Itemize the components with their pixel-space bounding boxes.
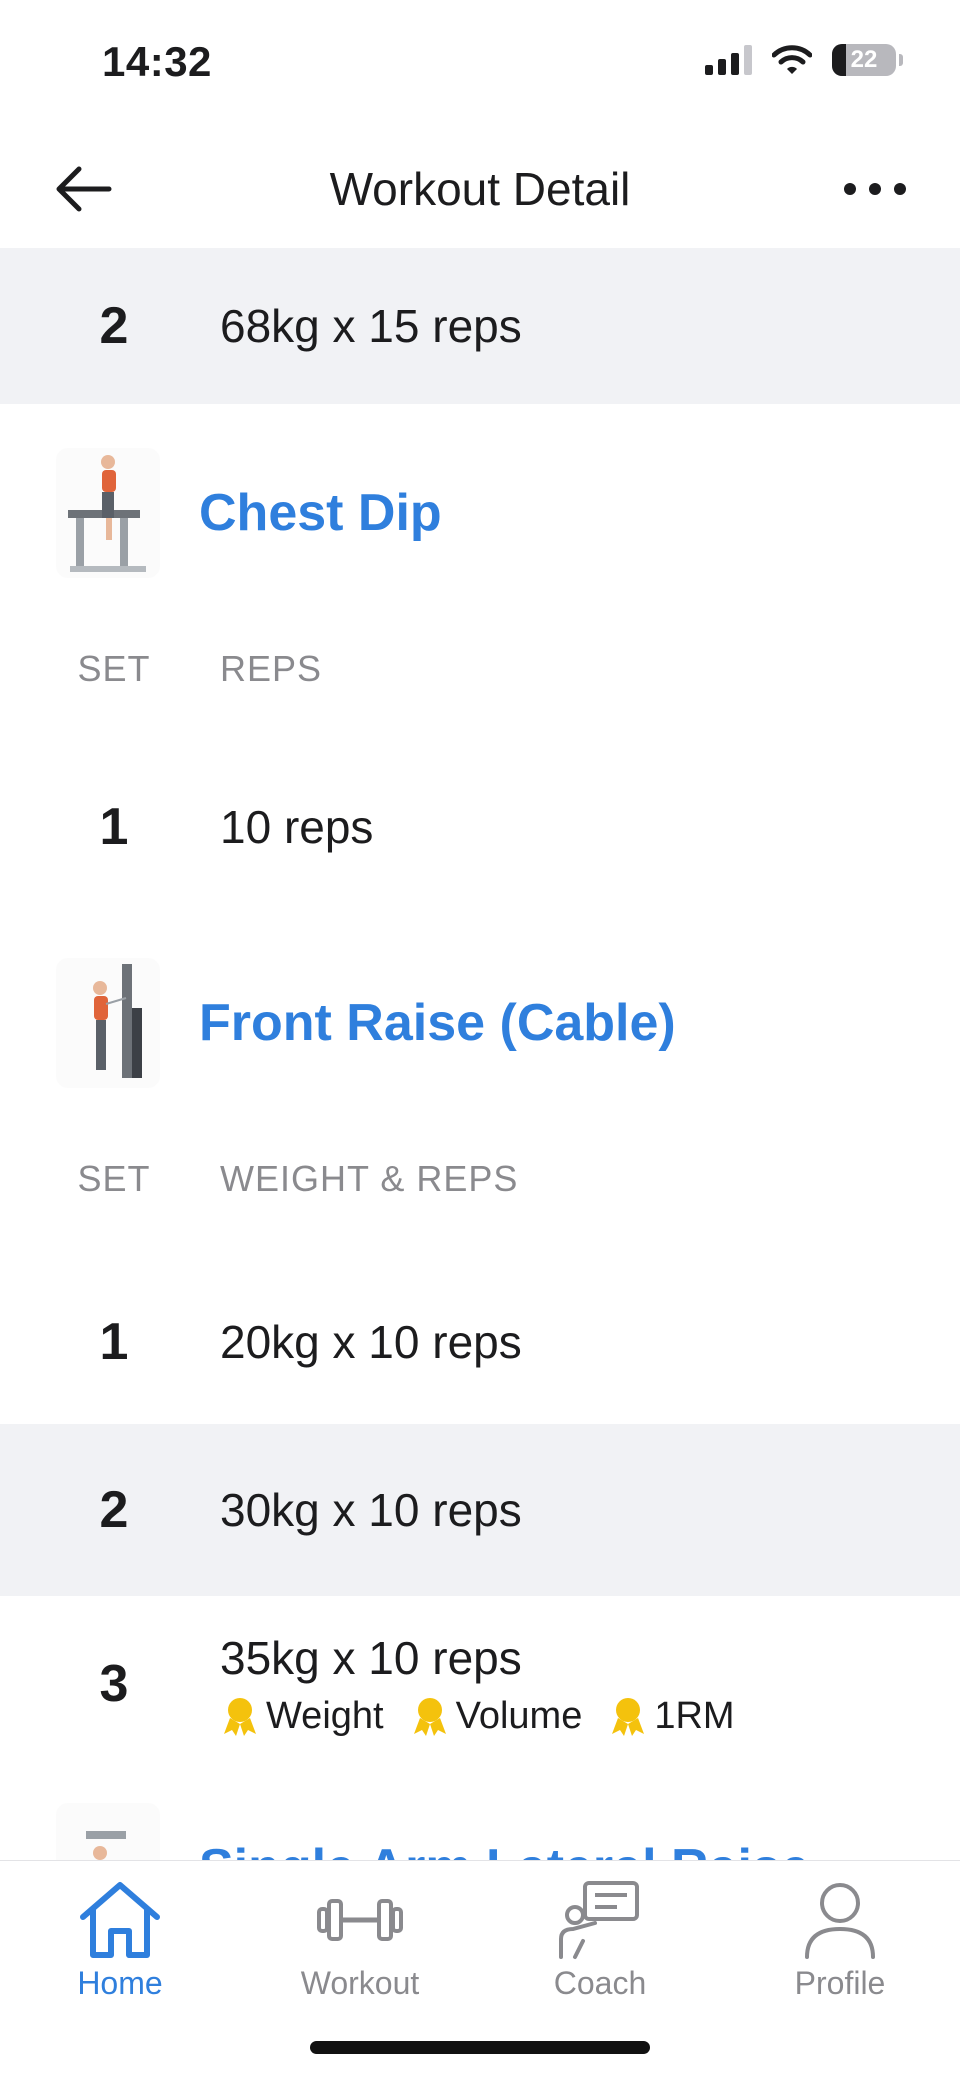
set-number: 3 — [99, 1655, 129, 1713]
more-dot-icon — [844, 183, 856, 195]
more-dot-icon — [869, 183, 881, 195]
column-set-label: SET — [77, 1158, 151, 1199]
exercise-image-front-raise-cable — [56, 958, 160, 1088]
column-header: SET WEIGHT & REPS — [0, 1138, 960, 1218]
coach-icon — [559, 1881, 639, 1959]
more-options-button[interactable] — [840, 156, 910, 222]
set-detail: 35kg x 10 reps Weight Volume 1RM — [220, 1631, 735, 1738]
tab-bar: Home Workout Coach Profile — [0, 1860, 960, 2079]
battery-level: 22 — [850, 46, 878, 73]
medal-icon — [413, 1698, 446, 1736]
pr-badge: 1RM — [608, 1694, 735, 1738]
exercise-name: Front Raise (Cable) — [199, 994, 676, 1052]
battery-icon: 22 — [832, 44, 903, 76]
profile-icon — [805, 1883, 875, 1959]
set-row: 2 30kg x 10 reps — [0, 1424, 960, 1596]
dumbbell-icon — [317, 1899, 403, 1941]
pr-badge: Volume — [410, 1694, 583, 1738]
column-set-label: SET — [77, 648, 151, 689]
column-value-label: WEIGHT & REPS — [220, 1158, 519, 1199]
medal-icon — [612, 1698, 645, 1736]
tab-workout[interactable]: Workout — [260, 1879, 460, 2009]
cellular-signal-icon — [705, 45, 752, 75]
pr-badge-label: 1RM — [654, 1694, 735, 1737]
tab-home[interactable]: Home — [20, 1879, 220, 2009]
exercise-image-chest-dip — [56, 448, 160, 578]
set-number: 2 — [99, 1481, 129, 1539]
set-weight-reps: 35kg x 10 reps — [220, 1631, 522, 1684]
tab-coach[interactable]: Coach — [500, 1879, 700, 2009]
exercise-header-chest-dip[interactable]: Chest Dip — [0, 433, 960, 593]
more-dot-icon — [894, 183, 906, 195]
exercise-header-front-raise-cable[interactable]: Front Raise (Cable) — [0, 943, 960, 1103]
set-weight-reps: 30kg x 10 reps — [220, 1484, 522, 1536]
page-title: Workout Detail — [329, 163, 631, 215]
status-bar: 14:32 22 — [0, 0, 960, 130]
tab-label: Home — [77, 1965, 163, 2001]
set-reps: 10 reps — [220, 801, 374, 853]
column-header: SET REPS — [0, 628, 960, 708]
set-weight-reps: 68kg x 15 reps — [220, 300, 522, 352]
set-number: 2 — [99, 297, 129, 355]
home-indicator — [310, 2041, 650, 2054]
status-icons: 22 — [705, 44, 903, 76]
wifi-icon — [772, 45, 812, 74]
pr-badge-label: Volume — [455, 1694, 583, 1737]
nav-bar: Workout Detail — [0, 130, 960, 248]
set-row: 3 35kg x 10 reps Weight Volume 1RM — [0, 1596, 960, 1772]
status-time: 14:32 — [102, 38, 212, 85]
tab-label: Profile — [794, 1965, 886, 2001]
set-row: 1 20kg x 10 reps — [0, 1260, 960, 1424]
back-button[interactable] — [50, 156, 116, 222]
arrow-left-icon — [56, 166, 112, 212]
set-weight-reps: 20kg x 10 reps — [220, 1316, 522, 1368]
set-row: 2 68kg x 15 reps — [0, 248, 960, 404]
home-icon — [80, 1882, 160, 1958]
tab-label: Workout — [300, 1965, 420, 2001]
set-number: 1 — [99, 798, 129, 856]
column-value-label: REPS — [220, 648, 323, 689]
tab-label: Coach — [553, 1965, 647, 2001]
set-row: 1 10 reps — [0, 752, 960, 902]
exercise-name: Single Arm Lateral Raise — [199, 1838, 810, 1860]
exercise-image-single-arm-lateral-raise — [56, 1803, 160, 1860]
pr-badge-label: Weight — [266, 1694, 384, 1737]
tab-profile[interactable]: Profile — [740, 1879, 940, 2009]
workout-detail-content[interactable]: 2 68kg x 15 reps Chest Dip SET REPS 1 10… — [0, 248, 960, 1860]
pr-badge: Weight — [220, 1695, 384, 1738]
medal-icon — [224, 1698, 256, 1736]
exercise-header-single-arm-lateral-raise[interactable]: Single Arm Lateral Raise — [0, 1788, 960, 1860]
personal-record-badges: Weight Volume 1RM — [220, 1695, 735, 1738]
set-number: 1 — [99, 1313, 129, 1371]
exercise-name: Chest Dip — [199, 484, 442, 542]
